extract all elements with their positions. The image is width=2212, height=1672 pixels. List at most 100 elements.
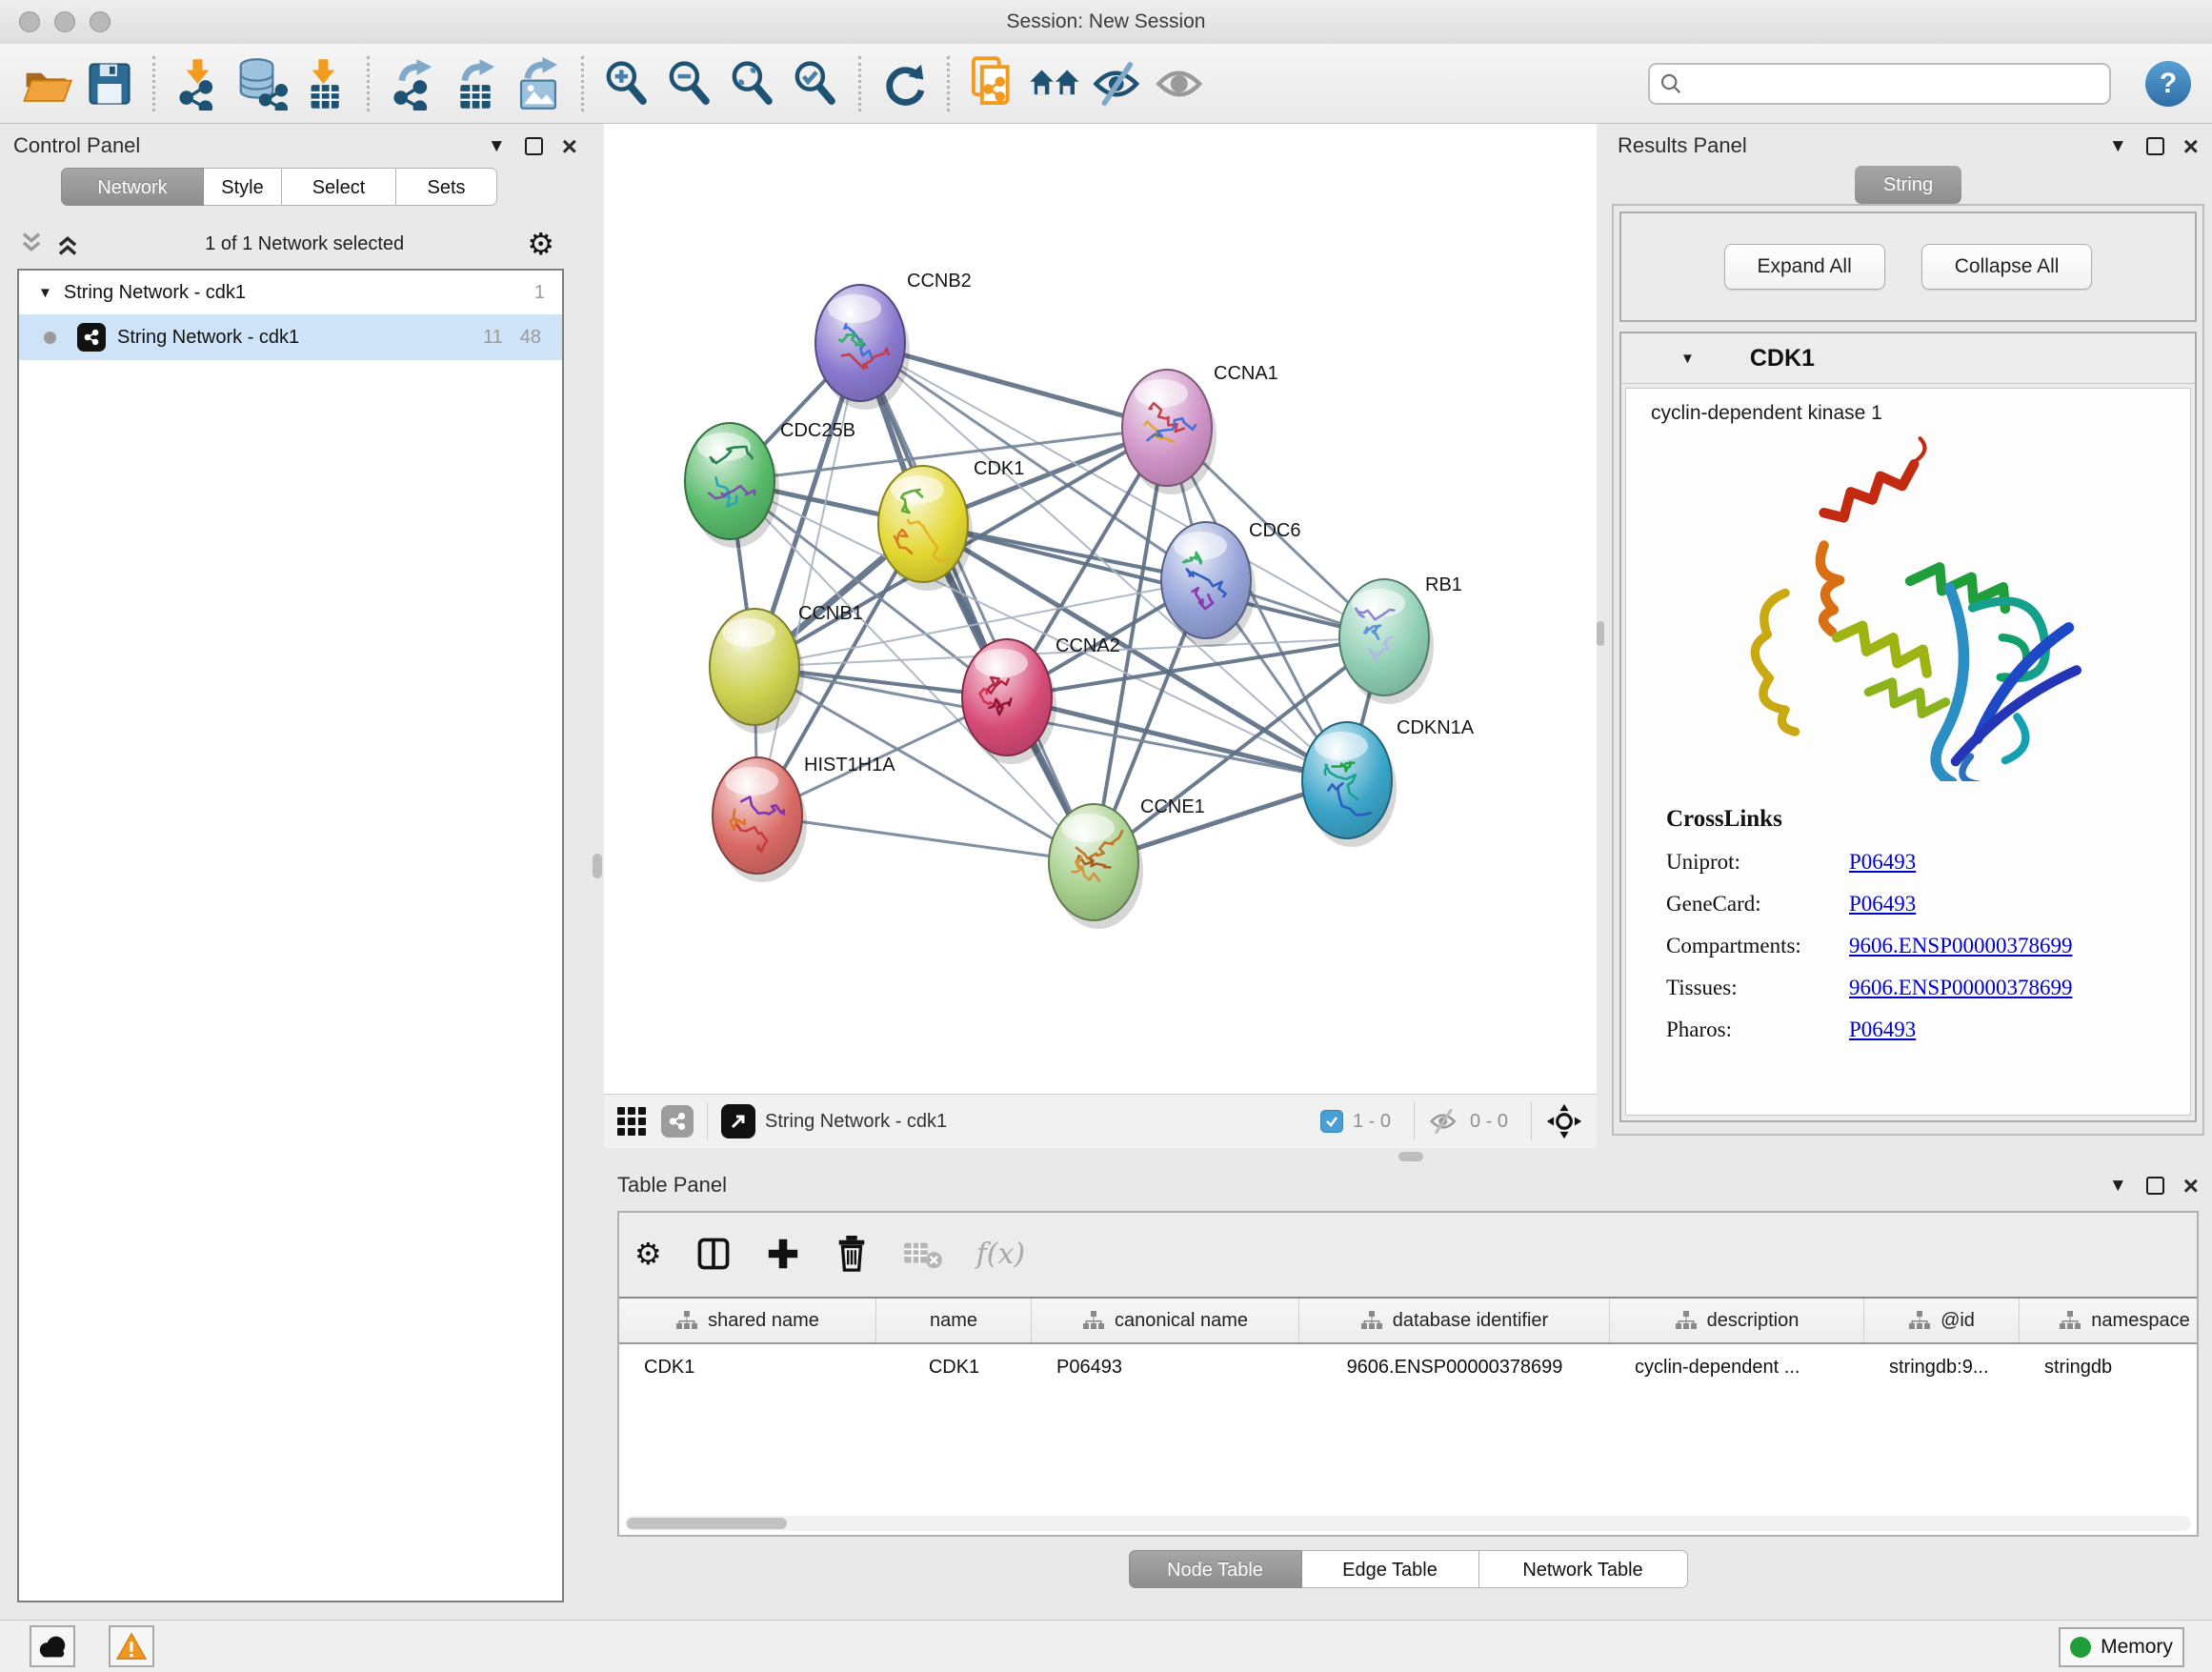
panel-close-icon[interactable]: × — [2183, 137, 2199, 155]
help-button[interactable]: ? — [2145, 61, 2191, 107]
network-node-hist1h1a[interactable] — [713, 757, 807, 882]
grid-view-icon[interactable] — [617, 1107, 646, 1136]
warnings-button[interactable] — [109, 1625, 154, 1667]
apply-layout-button[interactable] — [873, 52, 935, 115]
import-network-file-button[interactable] — [167, 52, 230, 115]
zoom-out-button[interactable] — [658, 52, 721, 115]
cell-id[interactable]: stringdb:9... — [1864, 1357, 2020, 1379]
column-header-namespace[interactable]: namespace — [2020, 1299, 2197, 1342]
zoom-fit-button[interactable] — [721, 52, 784, 115]
column-header-name[interactable]: name — [876, 1299, 1032, 1342]
network-node-ccnb2[interactable] — [815, 285, 910, 410]
tab-sets[interactable]: Sets — [396, 168, 497, 206]
network-edge[interactable] — [757, 343, 860, 816]
network-node-ccne1[interactable] — [1049, 804, 1143, 929]
column-header-id[interactable]: @id — [1864, 1299, 2020, 1342]
network-collection-row[interactable]: ▼ String Network - cdk1 1 — [19, 271, 562, 314]
panel-float-icon[interactable] — [2146, 1177, 2164, 1195]
cell-database-identifier[interactable]: 9606.ENSP00000378699 — [1299, 1357, 1610, 1379]
cell-description[interactable]: cyclin-dependent ... — [1610, 1357, 1864, 1379]
network-node-cdc6[interactable] — [1161, 522, 1256, 647]
search-input[interactable] — [1682, 71, 2100, 95]
expand-all-button[interactable]: Expand All — [1724, 244, 1885, 290]
table-row[interactable]: CDK1 CDK1 P06493 9606.ENSP00000378699 cy… — [619, 1344, 2197, 1390]
close-button[interactable] — [19, 11, 40, 32]
show-all-button[interactable] — [1150, 52, 1213, 115]
open-session-button[interactable] — [15, 52, 78, 115]
bottom-splitter-handle[interactable] — [1398, 1152, 1423, 1161]
gene-section-header[interactable]: ▼ CDK1 — [1621, 333, 2195, 384]
right-splitter[interactable] — [1597, 124, 1604, 1148]
export-network-button[interactable] — [381, 52, 444, 115]
network-edge[interactable] — [860, 343, 1094, 862]
network-view-share-icon[interactable] — [661, 1105, 694, 1138]
table-options-gear-icon[interactable]: ⚙ — [634, 1239, 662, 1269]
create-column-icon[interactable] — [765, 1236, 801, 1272]
import-table-button[interactable] — [292, 52, 355, 115]
selected-checkbox-icon[interactable] — [1320, 1110, 1343, 1133]
tab-network[interactable]: Network — [61, 168, 204, 206]
detach-view-icon[interactable] — [721, 1104, 755, 1138]
save-session-button[interactable] — [78, 52, 141, 115]
crosslink-link[interactable]: P06493 — [1849, 1017, 1916, 1042]
cell-shared-name[interactable]: CDK1 — [619, 1357, 876, 1379]
panel-float-icon[interactable] — [525, 137, 543, 155]
crosslink-link[interactable]: 9606.ENSP00000378699 — [1849, 934, 2073, 958]
tab-edge-table[interactable]: Edge Table — [1302, 1550, 1479, 1588]
left-splitter-handle[interactable] — [593, 854, 602, 878]
network-node-cdk1[interactable] — [878, 466, 973, 591]
panel-close-icon[interactable]: × — [562, 137, 577, 155]
birdseye-navigator-icon[interactable] — [1545, 1102, 1583, 1140]
tab-network-table[interactable]: Network Table — [1479, 1550, 1688, 1588]
export-image-button[interactable] — [507, 52, 570, 115]
collapse-all-icon[interactable] — [53, 231, 82, 257]
column-header-canonical-name[interactable]: canonical name — [1032, 1299, 1299, 1342]
network-node-ccnb1[interactable] — [710, 609, 804, 734]
cell-namespace[interactable]: stringdb — [2020, 1357, 2197, 1379]
import-network-database-button[interactable] — [230, 52, 292, 115]
network-canvas[interactable]: CCNB2CCNA1CDC25BCDK1CDC6RB1CCNB1CCNA2CDK… — [604, 124, 1597, 1094]
crosslink-link[interactable]: 9606.ENSP00000378699 — [1849, 976, 2073, 1000]
tab-select[interactable]: Select — [282, 168, 396, 206]
delete-column-icon[interactable] — [834, 1234, 870, 1274]
cell-canonical-name[interactable]: P06493 — [1032, 1357, 1299, 1379]
network-options-gear-icon[interactable]: ⚙ — [527, 229, 554, 259]
panel-collapse-icon[interactable]: ▼ — [2109, 1177, 2127, 1195]
zoom-in-button[interactable] — [595, 52, 658, 115]
hide-selected-button[interactable] — [1087, 52, 1150, 115]
panel-collapse-icon[interactable]: ▼ — [488, 137, 506, 155]
tab-node-table[interactable]: Node Table — [1129, 1550, 1302, 1588]
bottom-splitter[interactable] — [604, 1148, 2212, 1165]
expand-all-icon[interactable] — [17, 231, 46, 257]
tab-style[interactable]: Style — [204, 168, 282, 206]
panel-collapse-icon[interactable]: ▼ — [2109, 137, 2127, 155]
tree-expand-icon[interactable]: ▼ — [38, 285, 52, 301]
cell-name[interactable]: CDK1 — [876, 1357, 1032, 1379]
network-node-cdkn1a[interactable] — [1302, 722, 1397, 847]
first-neighbors-button[interactable] — [961, 52, 1024, 115]
export-table-button[interactable] — [444, 52, 507, 115]
network-graph[interactable]: CCNB2CCNA1CDC25BCDK1CDC6RB1CCNB1CCNA2CDK… — [604, 124, 1597, 1094]
table-hscrollbar[interactable] — [625, 1516, 2191, 1531]
network-node-ccna2[interactable] — [962, 639, 1056, 764]
memory-button[interactable]: Memory — [2059, 1627, 2184, 1667]
collapse-all-button[interactable]: Collapse All — [1921, 244, 2093, 290]
cloud-button[interactable] — [30, 1625, 75, 1667]
left-splitter[interactable] — [591, 124, 604, 1620]
network-edge[interactable] — [757, 816, 1094, 862]
column-header-description[interactable]: description — [1610, 1299, 1864, 1342]
network-node-rb1[interactable] — [1339, 579, 1434, 704]
panel-close-icon[interactable]: × — [2183, 1177, 2199, 1195]
home-view-button[interactable] — [1024, 52, 1087, 115]
table-hscrollbar-thumb[interactable] — [627, 1518, 787, 1529]
network-row[interactable]: String Network - cdk1 11 48 — [19, 314, 562, 360]
panel-float-icon[interactable] — [2146, 137, 2164, 155]
maximize-button[interactable] — [90, 11, 111, 32]
gene-expand-icon[interactable]: ▼ — [1680, 351, 1695, 367]
crosslink-link[interactable]: P06493 — [1849, 850, 1916, 875]
show-columns-icon[interactable] — [694, 1235, 733, 1273]
minimize-button[interactable] — [54, 11, 75, 32]
column-header-database-identifier[interactable]: database identifier — [1299, 1299, 1610, 1342]
column-header-shared-name[interactable]: shared name — [619, 1299, 876, 1342]
crosslink-link[interactable]: P06493 — [1849, 892, 1916, 917]
